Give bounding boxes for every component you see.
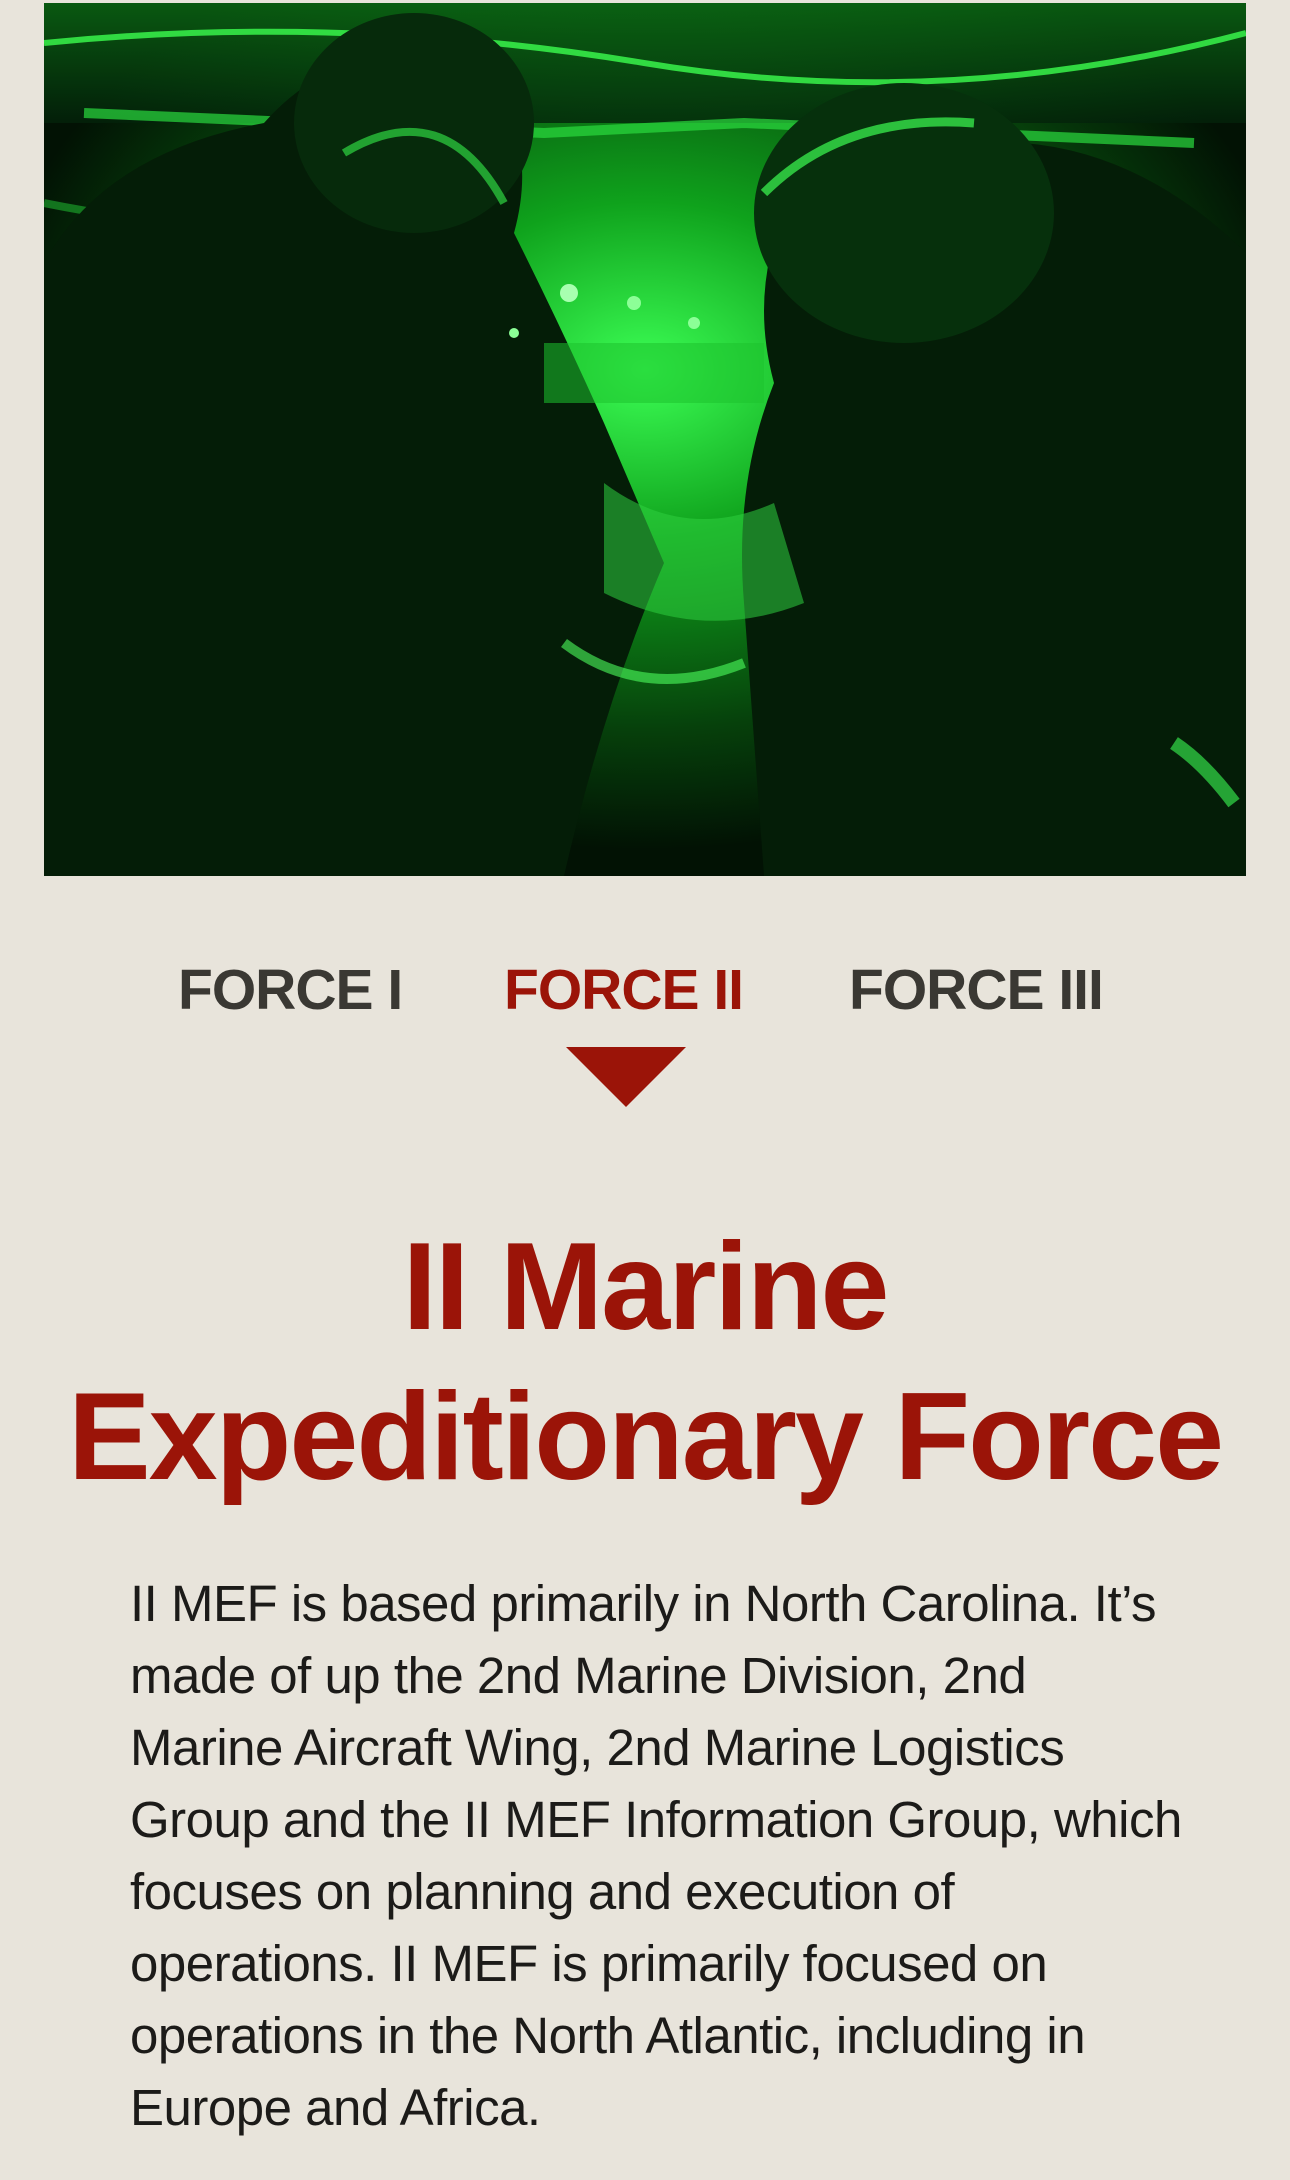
force-description: II MEF is based primarily in North Carol… xyxy=(130,1575,1182,2136)
tab-force-i[interactable]: FORCE I xyxy=(178,950,403,1030)
night-vision-photo xyxy=(44,3,1246,876)
force-tabs: FORCE I FORCE II FORCE III xyxy=(0,950,1290,1030)
title-line-1: II Marine xyxy=(402,1218,889,1356)
active-tab-indicator-icon xyxy=(566,1047,686,1107)
section-title: II Marine Expeditionary Force xyxy=(40,1212,1250,1512)
hero-image xyxy=(44,3,1246,876)
tab-force-iii[interactable]: FORCE III xyxy=(849,950,1104,1030)
tab-force-ii[interactable]: FORCE II xyxy=(504,950,744,1030)
title-line-2: Expeditionary Force xyxy=(67,1368,1224,1506)
page: FORCE I FORCE II FORCE III II Marine Exp… xyxy=(0,0,1290,2180)
